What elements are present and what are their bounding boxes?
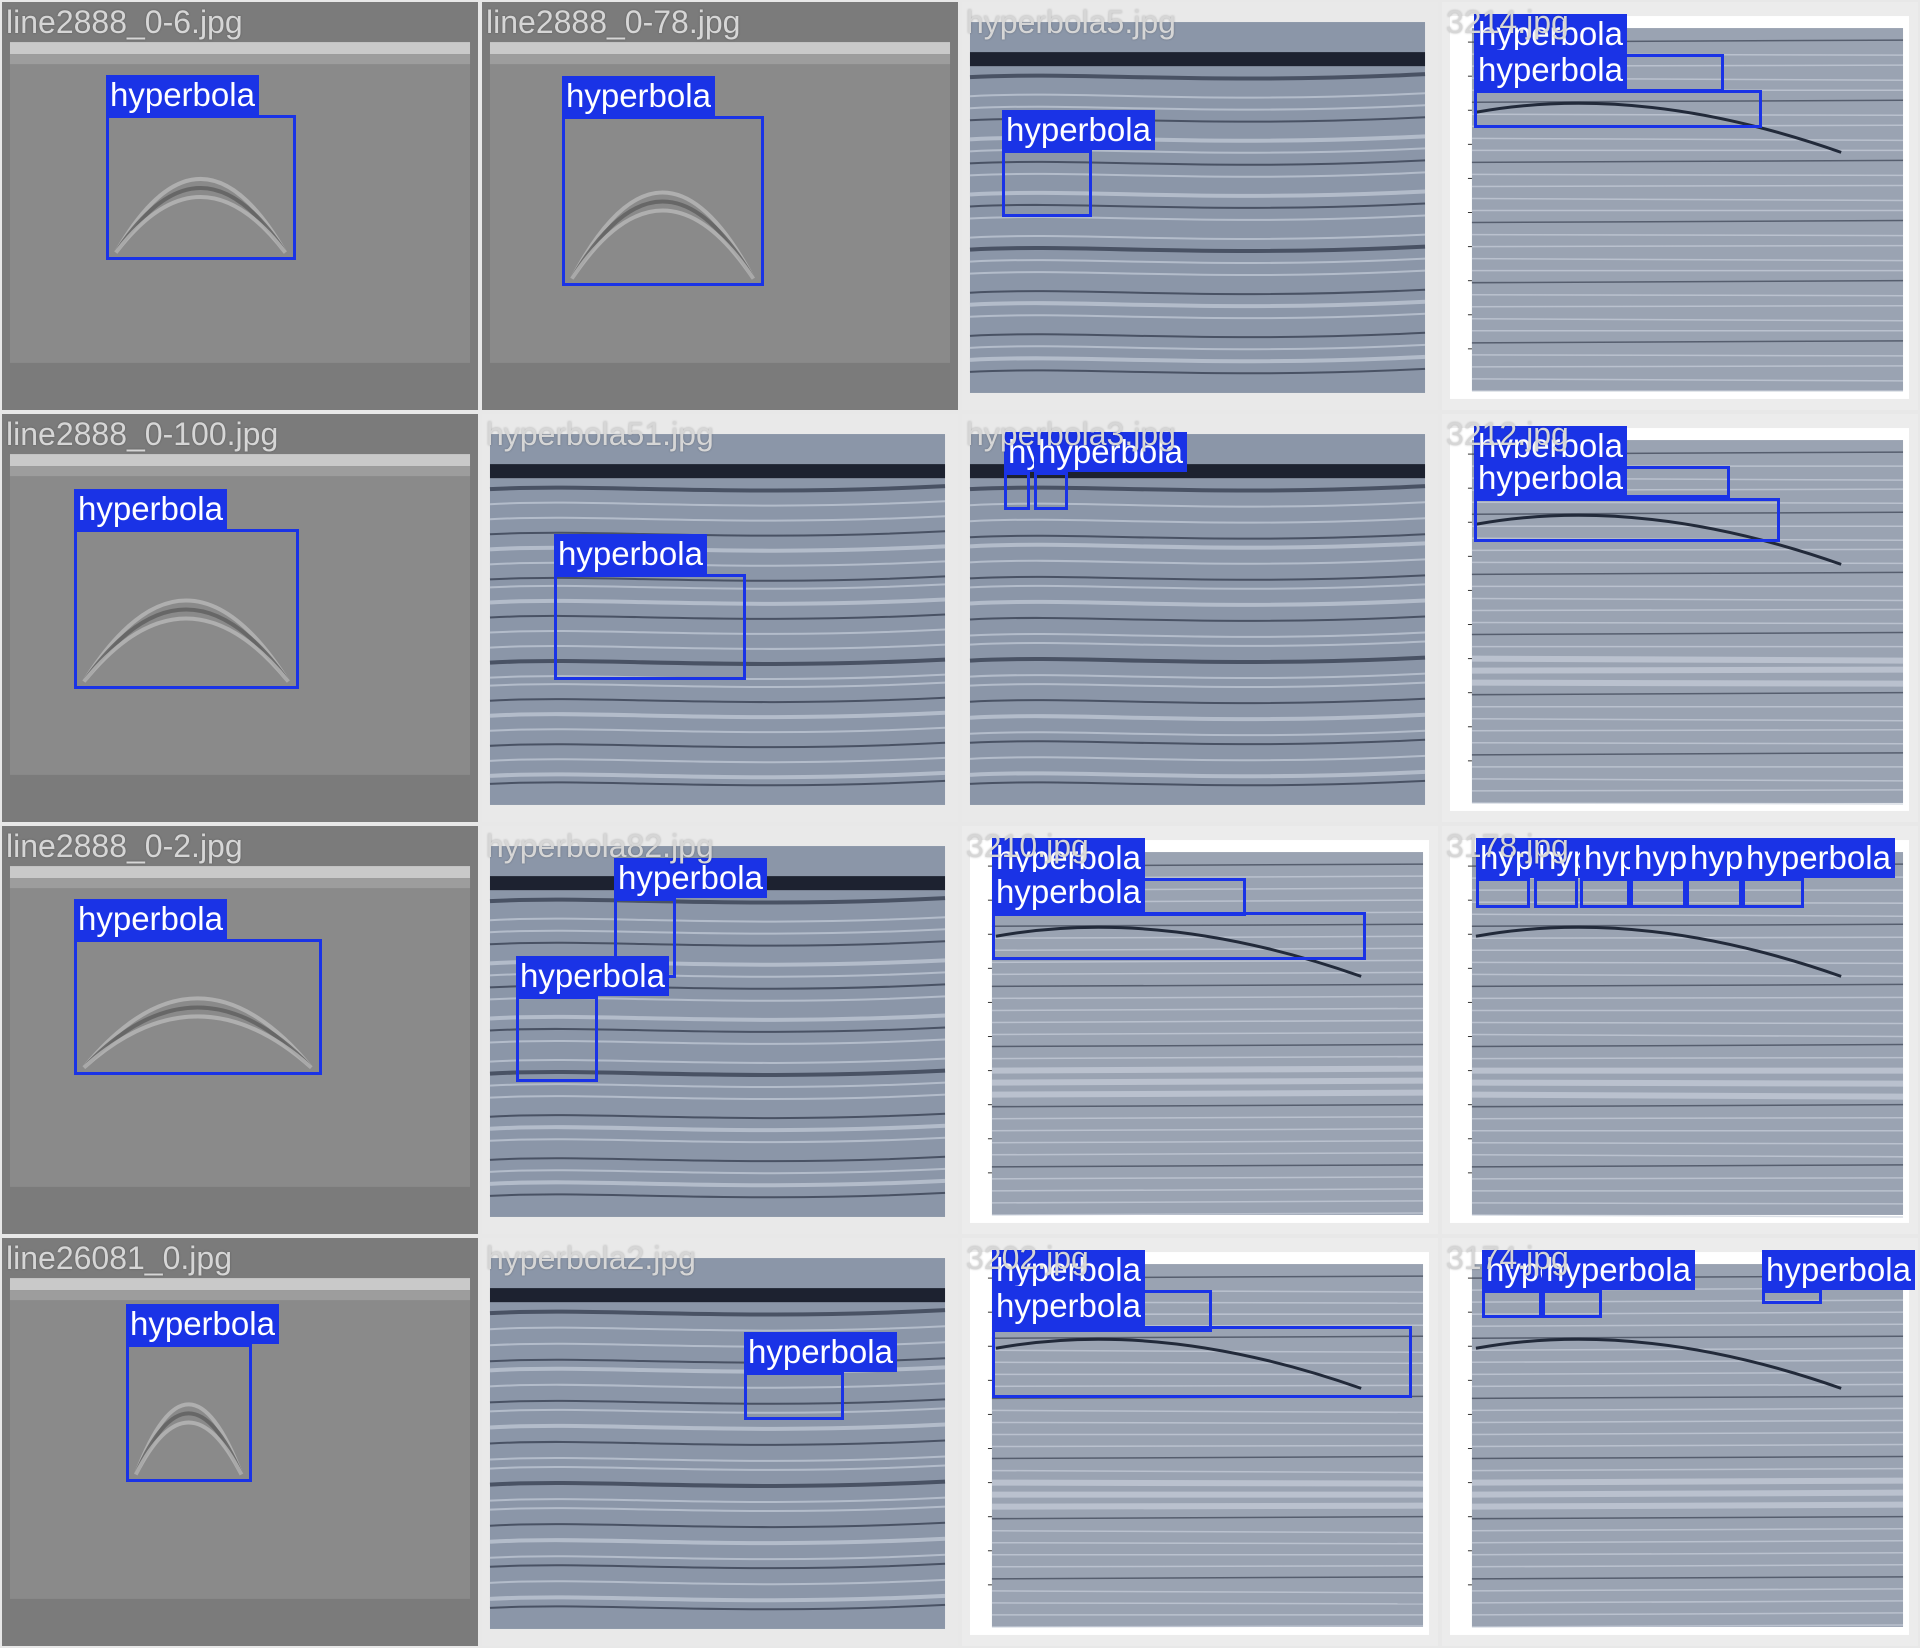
image-tile: line2888_0-2.jpg hyperbola <box>2 826 478 1234</box>
detection-label: hyperbola <box>1002 110 1155 150</box>
image-filename: hyperbola82.jpg <box>486 828 714 864</box>
detection-box <box>1034 472 1068 510</box>
detection-label: hyperbola <box>516 956 669 996</box>
detection-box <box>74 529 299 689</box>
image-filename: line26081_0.jpg <box>6 1240 232 1276</box>
detection-label: hyperbola <box>74 489 227 529</box>
image-tile: line2888_0-78.jpg hyperbola <box>482 2 958 410</box>
image-filename: line2888_0-100.jpg <box>6 416 279 452</box>
image-filename: 3214.jpg <box>1446 4 1569 40</box>
image-filename: 3210.jpg <box>966 828 1089 864</box>
image-tile: 3178.jpghyperbolahyperbolahyperbolahyper… <box>1442 826 1918 1234</box>
image-filename: 3178.jpg <box>1446 828 1569 864</box>
detection-box <box>74 939 322 1075</box>
detection-box <box>1474 90 1762 128</box>
image-filename: hyperbola5.jpg <box>966 4 1176 40</box>
image-tile: line2888_0-100.jpg hyperbola <box>2 414 478 822</box>
detection-box <box>554 574 746 680</box>
detection-box <box>1630 878 1686 908</box>
detection-label: hyperbola <box>554 534 707 574</box>
detection-box <box>1542 1290 1602 1318</box>
detection-box <box>1482 1290 1542 1318</box>
image-tile: 3210.jpg hyperbola hyperbola <box>962 826 1438 1234</box>
image-tile: line26081_0.jpg hyperbola <box>2 1238 478 1646</box>
detection-grid: line2888_0-6.jpg hyperbola line2888_0-78.j… <box>0 0 1920 1648</box>
gpr-radargram <box>482 1238 958 1646</box>
detection-box <box>1476 878 1530 908</box>
detection-box <box>744 1372 844 1420</box>
detection-label: hyperbola <box>1742 838 1895 878</box>
detection-box <box>1762 1290 1822 1304</box>
detection-box <box>1474 498 1780 542</box>
image-filename: 3202.jpg <box>966 1240 1089 1276</box>
detection-label: hyperbola <box>1474 50 1627 90</box>
image-tile: hyperbola3.jpghyperbolahyperbola <box>962 414 1438 822</box>
image-tile: 3174.jpghyperbolahyperbolahyperbola <box>1442 1238 1918 1646</box>
detection-label: hyperbola <box>126 1304 279 1344</box>
detection-box <box>1004 472 1030 510</box>
detection-box <box>1742 878 1804 908</box>
image-filename: 3212.jpg <box>1446 416 1569 452</box>
image-tile: 3202.jpg hyperbola hyperbola <box>962 1238 1438 1646</box>
image-filename: hyperbola51.jpg <box>486 416 714 452</box>
detection-box <box>516 996 598 1082</box>
detection-box <box>126 1344 252 1482</box>
image-tile: 3212.jpg hyperbola hyperbola <box>1442 414 1918 822</box>
detection-box <box>992 1326 1412 1398</box>
detection-label: hyperbola <box>106 75 259 115</box>
image-filename: line2888_0-2.jpg <box>6 828 243 864</box>
image-tile: line2888_0-6.jpg hyperbola <box>2 2 478 410</box>
image-filename: hyperbola2.jpg <box>486 1240 696 1276</box>
image-filename: line2888_0-78.jpg <box>486 4 741 40</box>
detection-label: hyperbola <box>1474 458 1627 498</box>
detection-box <box>1534 878 1578 908</box>
image-tile: 3214.jpg hyperbola hyperbola <box>1442 2 1918 410</box>
detection-box <box>1580 878 1630 908</box>
detection-label: hyperbola <box>1762 1250 1915 1290</box>
image-filename: line2888_0-6.jpg <box>6 4 243 40</box>
detection-box <box>106 115 296 260</box>
image-filename: 3174.jpg <box>1446 1240 1569 1276</box>
detection-label: hyperbola <box>562 76 715 116</box>
detection-box <box>1002 150 1092 217</box>
detection-box <box>992 912 1366 960</box>
detection-box <box>562 116 764 286</box>
image-tile: hyperbola82.jpg hyperbola hyperbola <box>482 826 958 1234</box>
detection-label: hyperbola <box>992 1286 1145 1326</box>
detection-label: hyperbola <box>992 872 1145 912</box>
detection-label: hyperbola <box>744 1332 897 1372</box>
detection-label: hyperbola <box>74 899 227 939</box>
image-tile: hyperbola5.jpg hyperbola <box>962 2 1438 410</box>
image-filename: hyperbola3.jpg <box>966 416 1176 452</box>
image-tile: hyperbola51.jpg hyperbola <box>482 414 958 822</box>
image-tile: hyperbola2.jpg hyperbola <box>482 1238 958 1646</box>
detection-box <box>1686 878 1742 908</box>
